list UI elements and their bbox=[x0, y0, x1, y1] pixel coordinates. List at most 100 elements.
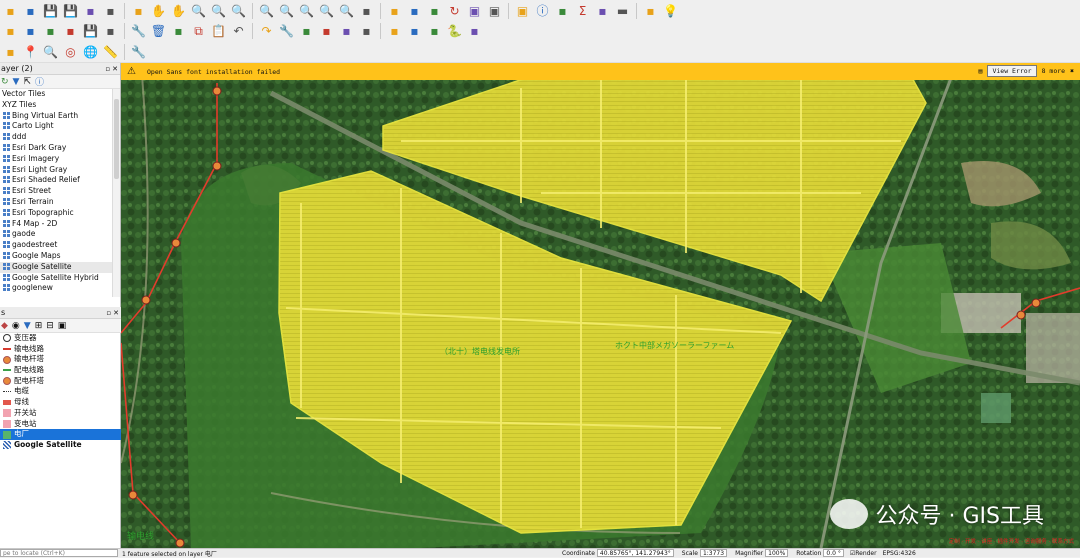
copy-icon[interactable]: ⧉ bbox=[190, 22, 207, 39]
layer-row[interactable]: 母线 bbox=[0, 397, 121, 408]
delete-icon[interactable]: 🗑 bbox=[150, 22, 167, 39]
rotate-label-icon[interactable]: ▪ bbox=[338, 22, 355, 39]
browser-item[interactable]: gaode bbox=[0, 229, 120, 240]
filter-icon[interactable]: ▼ bbox=[24, 321, 31, 331]
info-icon[interactable]: ⓘ bbox=[35, 75, 44, 88]
globe-icon[interactable]: 🌐 bbox=[82, 43, 99, 60]
save-edits-icon[interactable]: 💾 bbox=[82, 22, 99, 39]
layer-row[interactable]: 开关站 bbox=[0, 408, 121, 419]
float-icon[interactable]: ▫ bbox=[105, 63, 110, 74]
browser-item[interactable]: Esri Terrain bbox=[0, 197, 120, 208]
processing-icon[interactable]: ▪ bbox=[466, 22, 483, 39]
layer-row[interactable]: Google Satellite bbox=[0, 440, 121, 451]
map-canvas[interactable]: （北十）塔电线发电所 ホクト中部メガソーラーファーム 输电线 公众号 · GIS… bbox=[121, 63, 1080, 548]
browser-item[interactable]: Esri Shaded Relief bbox=[0, 175, 120, 186]
close-icon[interactable]: ✕ bbox=[113, 307, 119, 318]
new-layer-icon[interactable]: ▪ bbox=[22, 22, 39, 39]
new-project-icon[interactable]: ▪ bbox=[2, 2, 19, 19]
float-icon[interactable]: ▫ bbox=[106, 307, 111, 318]
zoom-native-icon[interactable]: 🔍 bbox=[298, 2, 315, 19]
search-icon[interactable]: 🔍 bbox=[42, 43, 59, 60]
remove-layer-icon[interactable]: ▣ bbox=[58, 321, 67, 331]
print-layout-icon[interactable]: ▪ bbox=[82, 2, 99, 19]
rotation-field[interactable]: 0.0 ° bbox=[823, 549, 844, 557]
edit-pencil-icon[interactable]: ▪ bbox=[62, 22, 79, 39]
layout-manager-icon[interactable]: ▪ bbox=[102, 2, 119, 19]
add-group-icon[interactable]: ◉ bbox=[12, 321, 20, 331]
browser-item[interactable]: gaodestreet bbox=[0, 240, 120, 251]
layer-row[interactable]: 变压器 bbox=[0, 333, 121, 344]
select-value-icon[interactable]: ▣ bbox=[514, 2, 531, 19]
select-feature-icon[interactable]: ▣ bbox=[466, 2, 483, 19]
zoom-out-icon[interactable]: 🔍 bbox=[210, 2, 227, 19]
locator-search-input[interactable]: pe to locate (Ctrl+K) bbox=[0, 549, 118, 557]
zoom-to-selection-icon[interactable]: 🔍 bbox=[258, 2, 275, 19]
vertex-tool-icon[interactable]: 🔧 bbox=[130, 22, 147, 39]
data-source-manager-icon[interactable]: ▪ bbox=[2, 22, 19, 39]
zoom-full-icon[interactable]: 🔍 bbox=[230, 2, 247, 19]
more-messages[interactable]: 8 more bbox=[1042, 67, 1065, 75]
layer-row[interactable]: 电缆 bbox=[0, 386, 121, 397]
measure-icon[interactable]: ▬ bbox=[614, 2, 631, 19]
pin-label-icon[interactable]: ▪ bbox=[298, 22, 315, 39]
label-settings-icon[interactable]: ▪ bbox=[426, 22, 443, 39]
tool-icon[interactable]: 🔧 bbox=[130, 43, 147, 60]
layer-row[interactable]: 电厂 bbox=[0, 429, 121, 440]
satellite-map[interactable] bbox=[121, 63, 1080, 548]
browser-item[interactable]: Esri Dark Gray bbox=[0, 143, 120, 154]
browser-item[interactable]: F4 Map - 2D bbox=[0, 219, 120, 230]
layer-add-icon[interactable]: ▪ bbox=[2, 43, 19, 60]
open-folder-icon[interactable]: ▪ bbox=[22, 2, 39, 19]
python-icon[interactable]: 🐍 bbox=[446, 22, 463, 39]
style-manager-icon[interactable]: ▪ bbox=[130, 2, 147, 19]
layer-row[interactable]: 配电线路 bbox=[0, 365, 121, 376]
view-error-button[interactable]: View Error bbox=[987, 65, 1037, 77]
label-tool-icon[interactable]: 🔧 bbox=[278, 22, 295, 39]
expand-icon[interactable]: ⊞ bbox=[35, 321, 43, 331]
attribute-table-icon[interactable]: ▪ bbox=[554, 2, 571, 19]
copy-icon[interactable]: ▤ bbox=[979, 67, 983, 75]
digitize-icon[interactable]: ▪ bbox=[42, 22, 59, 39]
style-icon[interactable]: ◆ bbox=[1, 321, 8, 331]
browser-item[interactable]: Bing Virtual Earth bbox=[0, 111, 120, 122]
identify-icon[interactable]: ⓘ bbox=[534, 2, 551, 19]
statistics-icon[interactable]: Σ bbox=[574, 2, 591, 19]
change-label-icon[interactable]: ▪ bbox=[386, 22, 403, 39]
save-as-icon[interactable]: 💾 bbox=[62, 2, 79, 19]
undo-icon[interactable]: ↶ bbox=[230, 22, 247, 39]
browser-item[interactable]: Carto Light bbox=[0, 121, 120, 132]
save-icon[interactable]: 💾 bbox=[42, 2, 59, 19]
redo-icon[interactable]: ↷ bbox=[258, 22, 275, 39]
magnifier-field[interactable]: 100% bbox=[765, 549, 789, 557]
zoom-to-layer-icon[interactable]: 🔍 bbox=[278, 2, 295, 19]
refresh-icon[interactable]: ↻ bbox=[446, 2, 463, 19]
new-map-view-icon[interactable]: ▪ bbox=[358, 2, 375, 19]
scale-field[interactable]: 1:3773 bbox=[699, 549, 728, 557]
filter-icon[interactable]: ▼ bbox=[13, 77, 20, 87]
ruler-icon[interactable]: 📏 bbox=[102, 43, 119, 60]
crs-indicator[interactable]: EPSG:4326 bbox=[883, 550, 916, 557]
add-feature-icon[interactable]: ▪ bbox=[102, 22, 119, 39]
locator-icon[interactable]: 📍 bbox=[22, 43, 39, 60]
paste-icon[interactable]: 📋 bbox=[210, 22, 227, 39]
target-icon[interactable]: ◎ bbox=[62, 43, 79, 60]
close-icon[interactable]: ✕ bbox=[112, 63, 118, 74]
browser-item[interactable]: Vector Tiles bbox=[0, 89, 120, 100]
layer-row[interactable]: 输电杆塔 bbox=[0, 354, 121, 365]
tips-icon[interactable]: 💡 bbox=[662, 2, 679, 19]
temporal-icon[interactable]: ▪ bbox=[406, 2, 423, 19]
collapse-icon[interactable]: ⇱ bbox=[23, 77, 31, 87]
browser-scrollbar[interactable] bbox=[112, 89, 120, 297]
browser-item[interactable]: ddd bbox=[0, 132, 120, 143]
browser-item[interactable]: Google Satellite bbox=[0, 261, 120, 273]
new-3d-view-icon[interactable]: ▪ bbox=[386, 2, 403, 19]
zoom-last-icon[interactable]: 🔍 bbox=[318, 2, 335, 19]
browser-item[interactable]: Google Maps bbox=[0, 251, 120, 262]
coordinate-field[interactable]: 40.85765°, 141.27943° bbox=[596, 549, 674, 557]
zoom-next-icon[interactable]: 🔍 bbox=[338, 2, 355, 19]
field-calc-icon[interactable]: ▪ bbox=[594, 2, 611, 19]
pan-hand-icon[interactable]: ✋ bbox=[150, 2, 167, 19]
pan-to-selection-icon[interactable]: ✋ bbox=[170, 2, 187, 19]
browser-item[interactable]: Esri Topographic bbox=[0, 208, 120, 219]
browser-item[interactable]: Esri Imagery bbox=[0, 154, 120, 165]
